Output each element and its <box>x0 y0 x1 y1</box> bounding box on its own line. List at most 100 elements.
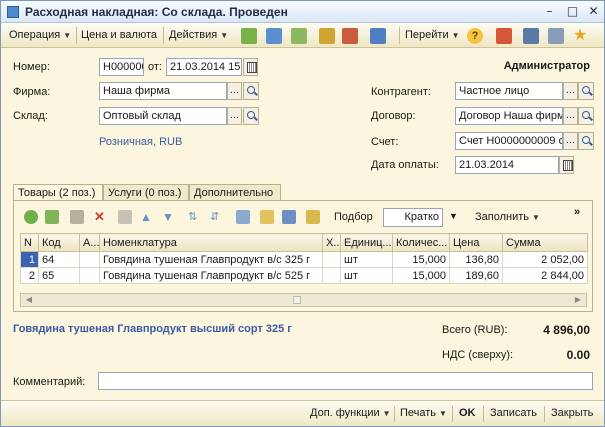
firm-select-button[interactable]: ... <box>227 82 242 100</box>
contract-field[interactable]: Договор Наша фирма <box>455 107 563 125</box>
search-icon[interactable] <box>578 82 594 100</box>
post-document-icon[interactable] <box>241 28 257 44</box>
counterparty-select-button[interactable]: ... <box>563 82 578 100</box>
cell-x[interactable] <box>322 267 341 284</box>
warehouse-field[interactable]: Оптовый склад <box>99 107 227 125</box>
calendar-icon[interactable] <box>559 156 574 174</box>
column-header[interactable]: А... <box>79 233 100 252</box>
minimize-icon[interactable]: – <box>543 5 556 18</box>
column-header[interactable]: Цена <box>449 233 503 252</box>
hierarchy-icon[interactable] <box>496 28 512 44</box>
ok-button[interactable]: OK <box>459 407 476 419</box>
search-icon[interactable] <box>578 107 594 125</box>
print-menu[interactable]: Печать ▼ <box>400 407 447 419</box>
column-header[interactable]: N <box>20 233 39 252</box>
help-icon[interactable]: ? <box>467 28 483 44</box>
current-user: Администратор <box>503 60 590 72</box>
table-row[interactable]: 2 65 Говядина тушеная Главпродукт в/с 52… <box>20 267 588 284</box>
contract-select-button[interactable]: ... <box>563 107 578 125</box>
cell-sum[interactable]: 2 052,00 <box>502 251 588 268</box>
based-on-icon[interactable] <box>370 28 386 44</box>
more-button[interactable]: » <box>574 206 580 218</box>
cell-code[interactable]: 64 <box>38 251 80 268</box>
copy-row-icon[interactable] <box>45 210 59 224</box>
cell-name[interactable]: Говядина тушеная Главпродукт в/с 525 г <box>99 267 323 284</box>
comment-field[interactable] <box>98 372 593 390</box>
operation-menu[interactable]: Операция ▼ <box>9 29 71 41</box>
refresh-icon[interactable] <box>266 28 282 44</box>
warehouse-select-button[interactable]: ... <box>227 107 242 125</box>
date-field[interactable]: 21.03.2014 15: <box>166 58 242 76</box>
firm-field[interactable]: Наша фирма <box>99 82 227 100</box>
delete-row-icon[interactable]: ✕ <box>94 210 108 224</box>
cell-n[interactable]: 2 <box>20 267 39 284</box>
cell-unit[interactable]: шт <box>340 251 393 268</box>
cell-a[interactable] <box>79 267 100 284</box>
cell-n[interactable]: 1 <box>20 251 39 268</box>
cell-a[interactable] <box>79 251 100 268</box>
copy-rows-icon[interactable] <box>282 210 296 224</box>
number-field[interactable]: Н000000009 <box>99 58 144 76</box>
list-icon[interactable] <box>523 28 539 44</box>
cell-qty[interactable]: 15,000 <box>392 251 450 268</box>
paste-icon[interactable] <box>260 210 274 224</box>
column-header[interactable]: Единиц... <box>340 233 393 252</box>
chevron-down-icon[interactable]: ▼ <box>449 211 458 221</box>
copy-icon[interactable] <box>236 210 250 224</box>
selection-button[interactable]: Подбор <box>334 211 373 223</box>
structure-icon[interactable] <box>319 28 335 44</box>
save-button[interactable]: Записать <box>490 407 537 419</box>
table-row[interactable]: 1 64 Говядина тушеная Главпродукт в/с 32… <box>20 251 588 268</box>
search-icon[interactable] <box>243 107 259 125</box>
actions-menu[interactable]: Действия ▼ <box>169 29 228 41</box>
column-header[interactable]: Количес... <box>392 233 450 252</box>
extra-functions-menu[interactable]: Доп. функции ▼ <box>310 407 391 419</box>
maximize-icon[interactable]: □ <box>566 5 579 18</box>
tab-additional[interactable]: Дополнительно <box>189 184 281 201</box>
edit-row-icon[interactable] <box>70 210 84 224</box>
end-edit-icon[interactable] <box>118 210 132 224</box>
invoice-field[interactable]: Счет Н0000000009 от <box>455 132 563 150</box>
sort-desc-icon[interactable]: ⇵ <box>210 210 224 224</box>
invoice-select-button[interactable]: ... <box>563 132 578 150</box>
close-button[interactable]: Закрыть <box>551 407 593 419</box>
cell-x[interactable] <box>322 251 341 268</box>
search-icon[interactable] <box>578 132 594 150</box>
horizontal-scrollbar[interactable]: ◀ ▶ <box>20 293 587 307</box>
paste-rows-icon[interactable] <box>306 210 320 224</box>
calendar-icon[interactable] <box>243 58 258 76</box>
price-currency-button[interactable]: Цена и валюта <box>81 29 157 41</box>
settings-icon[interactable] <box>548 28 564 44</box>
scroll-right-icon[interactable]: ▶ <box>572 294 584 306</box>
price-type-link[interactable]: Розничная, RUB <box>99 136 182 148</box>
cell-code[interactable]: 65 <box>38 267 80 284</box>
counterparty-field[interactable]: Частное лицо <box>455 82 563 100</box>
sort-asc-icon[interactable]: ⇅ <box>188 210 202 224</box>
cell-price[interactable]: 189,60 <box>449 267 503 284</box>
move-down-icon[interactable]: ▼ <box>162 210 176 224</box>
movement-icon[interactable] <box>342 28 358 44</box>
cell-unit[interactable]: шт <box>340 267 393 284</box>
cell-sum[interactable]: 2 844,00 <box>502 267 588 284</box>
column-header[interactable]: Номенклатура <box>99 233 323 252</box>
view-mode-field[interactable]: Кратко <box>383 208 443 227</box>
move-up-icon[interactable]: ▲ <box>140 210 154 224</box>
scroll-thumb[interactable] <box>293 296 301 304</box>
cell-price[interactable]: 136,80 <box>449 251 503 268</box>
scroll-left-icon[interactable]: ◀ <box>23 294 35 306</box>
goto-menu[interactable]: Перейти ▼ <box>405 29 460 41</box>
copy-document-icon[interactable] <box>291 28 307 44</box>
search-icon[interactable] <box>243 82 259 100</box>
add-row-icon[interactable] <box>24 210 38 224</box>
cell-qty[interactable]: 15,000 <box>392 267 450 284</box>
paydate-field[interactable]: 21.03.2014 <box>455 156 559 174</box>
fill-menu[interactable]: Заполнить ▼ <box>475 211 540 223</box>
cell-name[interactable]: Говядина тушеная Главпродукт в/с 325 г <box>99 251 323 268</box>
column-header[interactable]: Сумма <box>502 233 588 252</box>
column-header[interactable]: Код <box>38 233 80 252</box>
column-header[interactable]: Х... <box>322 233 341 252</box>
chevron-down-icon: ▼ <box>63 31 72 40</box>
close-icon[interactable]: ✕ <box>587 5 600 18</box>
star-icon[interactable]: ★ <box>573 25 587 44</box>
tab-services[interactable]: Услуги (0 поз.) <box>103 184 189 201</box>
